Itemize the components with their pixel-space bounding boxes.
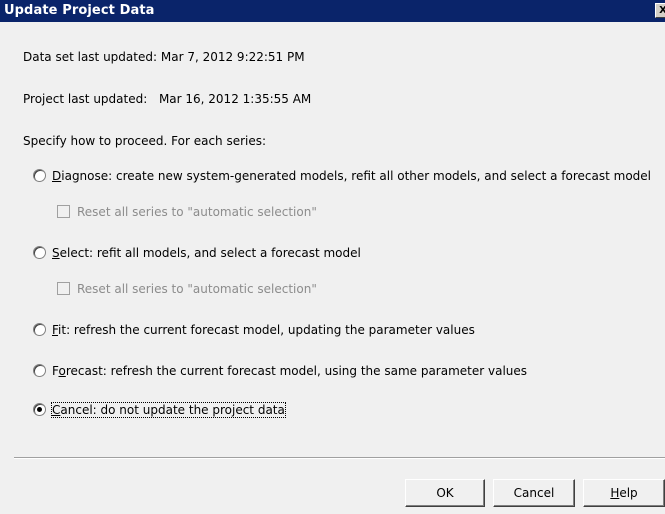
project-updated-row: Project last updated: Mar 16, 2012 1:35:… xyxy=(23,91,311,107)
cancel-button[interactable]: Cancel xyxy=(493,479,575,507)
diagnose-reset-label: Reset all series to "automatic selection… xyxy=(77,205,317,219)
dataset-updated-label: Data set last updated: xyxy=(23,50,158,64)
fit-radio[interactable] xyxy=(33,323,46,336)
diagnose-radio[interactable] xyxy=(33,169,46,182)
fit-label[interactable]: Fit: refresh the current forecast model,… xyxy=(52,321,475,339)
forecast-radio[interactable] xyxy=(33,364,46,377)
diagnose-label[interactable]: Diagnose: create new system-generated mo… xyxy=(52,167,651,185)
project-updated-label: Project last updated: xyxy=(23,92,148,106)
footer-separator xyxy=(14,457,665,459)
instruction-text: Specify how to proceed. For each series: xyxy=(23,134,267,148)
cancel-radio[interactable] xyxy=(33,403,46,416)
help-button[interactable]: Help xyxy=(583,479,665,507)
cancel-label[interactable]: Cancel: do not update the project data xyxy=(51,401,286,419)
project-updated-value: Mar 16, 2012 1:35:55 AM xyxy=(158,92,312,106)
close-button[interactable]: X xyxy=(655,3,665,18)
select-radio[interactable] xyxy=(33,246,46,259)
diagnose-reset-checkbox[interactable] xyxy=(57,205,70,218)
dataset-updated-value: Mar 7, 2012 9:22:51 PM xyxy=(160,50,305,64)
ok-button[interactable]: OK xyxy=(405,479,485,507)
close-icon: X xyxy=(659,5,665,16)
window-title: Update Project Data xyxy=(4,3,155,18)
forecast-label[interactable]: Forecast: refresh the current forecast m… xyxy=(52,362,527,380)
select-reset-checkbox[interactable] xyxy=(57,282,70,295)
select-reset-label: Reset all series to "automatic selection… xyxy=(77,282,317,296)
dataset-updated-row: Data set last updated: Mar 7, 2012 9:22:… xyxy=(23,49,305,65)
title-bar: Update Project Data X xyxy=(0,0,665,22)
select-label[interactable]: Select: refit all models, and select a f… xyxy=(52,244,361,262)
